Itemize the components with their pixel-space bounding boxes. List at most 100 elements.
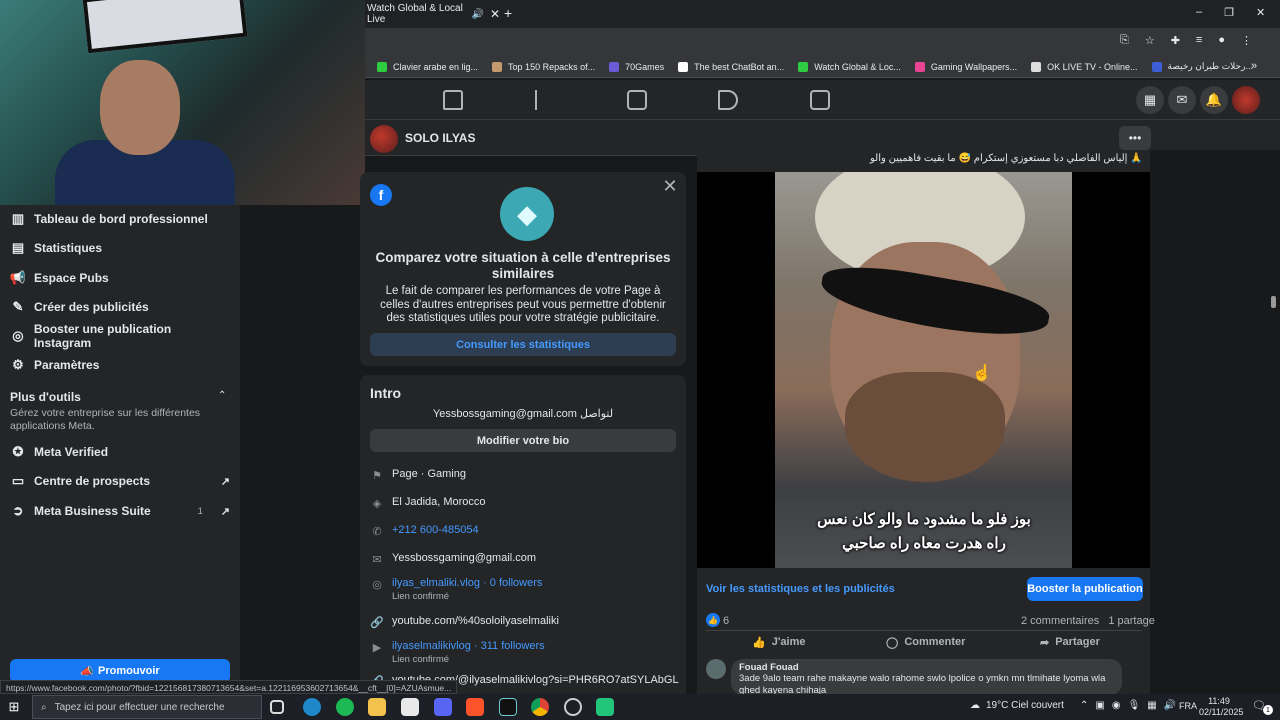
- more-tools-heading[interactable]: Plus d'outils: [10, 390, 81, 404]
- clock[interactable]: 11:49 02/11/2025: [1199, 696, 1243, 718]
- home-icon[interactable]: [443, 90, 463, 110]
- tiktok-icon[interactable]: [499, 698, 517, 716]
- edge-icon[interactable]: [303, 698, 321, 716]
- profile-avatar[interactable]: [1232, 86, 1260, 114]
- boost-post-button[interactable]: Booster la publication: [1027, 577, 1143, 601]
- sidebar-item-boost-instagram[interactable]: ◎ Booster une publication Instagram: [10, 322, 230, 350]
- page-avatar[interactable]: [370, 125, 398, 153]
- bookmarks-bar: Clavier arabe en lig... Top 150 Repacks …: [365, 56, 1280, 78]
- extensions-icon[interactable]: ✚: [1171, 34, 1180, 47]
- microphone-icon[interactable]: 🎙: [1128, 700, 1141, 711]
- edit-bio-button[interactable]: Modifier votre bio: [370, 429, 676, 452]
- like-count[interactable]: 6: [723, 615, 729, 627]
- bookmark[interactable]: The best ChatBot an...: [678, 61, 784, 72]
- tray-app-icon[interactable]: ◉: [1112, 700, 1121, 711]
- bookmarks-overflow-icon[interactable]: »: [1251, 60, 1257, 72]
- chevron-up-icon[interactable]: ⌃: [218, 390, 226, 401]
- messenger-icon[interactable]: ✉: [1168, 86, 1196, 114]
- dashboard-icon: ▥: [11, 211, 25, 226]
- video-icon[interactable]: [810, 90, 830, 110]
- page-title[interactable]: SOLO ILYAS: [405, 131, 475, 145]
- game-app-icon[interactable]: [596, 698, 614, 716]
- volume-icon[interactable]: 🔊: [1164, 700, 1176, 711]
- sidebar-item-stats[interactable]: ▤ Statistiques: [10, 237, 230, 259]
- close-window-icon[interactable]: ✕: [1256, 6, 1265, 20]
- task-view-icon[interactable]: [270, 700, 284, 714]
- browser-tab[interactable]: Watch Global & Local Live 🔊 ✕: [365, 2, 500, 26]
- intro-instagram-2[interactable]: ▶ ilyaselmalikivlog · 311 followers Lien c…: [370, 640, 680, 665]
- install-icon[interactable]: ⎘: [1120, 34, 1129, 47]
- megaphone-nav-icon[interactable]: [718, 90, 738, 110]
- media-icon[interactable]: ≡: [1196, 34, 1202, 47]
- window-controls: – ❐ ✕: [1196, 6, 1276, 20]
- bookmark[interactable]: Gaming Wallpapers...: [914, 61, 1017, 72]
- windows-start-icon[interactable]: ⊞: [6, 699, 22, 715]
- sidebar-item-prospects[interactable]: ▭ Centre de prospects ↗: [10, 470, 230, 492]
- compare-card-title: Comparez votre situation à celle d'entre…: [375, 250, 671, 281]
- bookmark-icon: [1031, 61, 1042, 72]
- prospects-icon: ▭: [11, 473, 25, 488]
- intro-instagram-1[interactable]: ◎ ilyas_elmaliki.vlog · 0 followers Lien c…: [370, 577, 680, 602]
- like-reaction-icon: 👍: [706, 613, 720, 627]
- right-empty-area: [1150, 150, 1280, 695]
- app-icon[interactable]: [564, 698, 582, 716]
- comment-author[interactable]: Fouad Fouad: [739, 662, 1114, 673]
- flag-icon: ⚑: [372, 469, 382, 482]
- comments-count[interactable]: 2 commentaires: [1021, 615, 1099, 627]
- more-options-button[interactable]: •••: [1119, 126, 1151, 150]
- scrollbar-thumb[interactable]: [1271, 296, 1276, 308]
- comment-button[interactable]: ◯ Commenter: [886, 634, 965, 650]
- subtitle-line-2: راه هدرت معاه راه صاحبي: [842, 535, 1006, 552]
- bookmark[interactable]: رحلات طيران رخيصة...: [1151, 61, 1253, 72]
- view-stats-ads-link[interactable]: Voir les statistiques et les publicités: [706, 583, 895, 595]
- weather-widget[interactable]: ☁ 19°C Ciel couvert: [970, 700, 1064, 711]
- taskbar-search[interactable]: ⌕ Tapez ici pour effectuer une recherche: [32, 695, 262, 719]
- profile-icon[interactable]: ●: [1218, 34, 1225, 47]
- tray-app-icon[interactable]: ▣: [1095, 700, 1104, 711]
- new-tab-button[interactable]: +: [504, 5, 518, 21]
- restore-icon[interactable]: ❐: [1224, 6, 1234, 20]
- menu-icon[interactable]: ⋮: [1241, 34, 1252, 47]
- notifications-bell-icon[interactable]: 🔔: [1200, 86, 1228, 114]
- share-button[interactable]: ➦ Partager: [1040, 634, 1100, 650]
- sidebar-item-settings[interactable]: ⚙ Paramètres: [10, 354, 230, 376]
- spotify-icon[interactable]: [336, 698, 354, 716]
- sidebar-item-business-suite[interactable]: ➲ Meta Business Suite 1 ↗: [10, 500, 230, 522]
- brave-icon[interactable]: [466, 698, 484, 716]
- network-icon[interactable]: ▦: [1147, 700, 1156, 711]
- like-button[interactable]: 👍 J'aime: [752, 634, 806, 650]
- flag-icon[interactable]: [535, 90, 555, 110]
- star-icon[interactable]: ☆: [1145, 34, 1155, 47]
- store-icon[interactable]: [401, 698, 419, 716]
- megaphone-icon: 📣: [80, 665, 94, 678]
- sidebar-item-meta-verified[interactable]: ✪ Meta Verified: [10, 441, 230, 463]
- avatar[interactable]: [706, 659, 726, 679]
- language-indicator[interactable]: FRA: [1179, 701, 1197, 711]
- bookmark[interactable]: Watch Global & Loc...: [798, 61, 901, 72]
- intro-phone[interactable]: ✆ +212 600-485054: [370, 524, 680, 538]
- menu-grid-icon[interactable]: ▦: [1136, 86, 1164, 114]
- close-icon[interactable]: ✕: [660, 176, 680, 196]
- close-tab-icon[interactable]: ✕: [490, 7, 500, 21]
- bookmark[interactable]: Clavier arabe en lig...: [377, 61, 478, 72]
- chevron-up-icon[interactable]: ⌃: [1080, 700, 1088, 711]
- bookmark[interactable]: 70Games: [609, 61, 664, 72]
- intro-email: ✉ Yessbossgaming@gmail.com: [370, 552, 680, 566]
- dashboard-nav-icon[interactable]: [627, 90, 647, 110]
- file-explorer-icon[interactable]: [368, 698, 386, 716]
- sidebar-item-ads-space[interactable]: 📢 Espace Pubs: [10, 267, 230, 289]
- search-icon: ⌕: [41, 701, 47, 713]
- sidebar-item-create-ads[interactable]: ✎ Créer des publicités: [10, 296, 230, 318]
- view-stats-button[interactable]: Consulter les statistiques: [370, 333, 676, 356]
- edit-icon: ✎: [12, 299, 24, 314]
- minimize-icon[interactable]: –: [1196, 6, 1202, 20]
- tab-title: Watch Global & Local Live: [367, 3, 463, 25]
- speaker-icon[interactable]: 🔊: [471, 9, 483, 20]
- bookmark[interactable]: Top 150 Repacks of...: [492, 61, 595, 72]
- sidebar-item-dashboard[interactable]: ▥ Tableau de bord professionnel: [10, 208, 230, 230]
- shares-count[interactable]: 1 partage: [1108, 615, 1154, 627]
- intro-website-1[interactable]: 🔗 youtube.com/%40soloilyaselmaliki: [370, 615, 680, 629]
- discord-icon[interactable]: [434, 698, 452, 716]
- bookmark[interactable]: OK LIVE TV - Online...: [1031, 61, 1138, 72]
- chrome-icon[interactable]: [531, 698, 549, 716]
